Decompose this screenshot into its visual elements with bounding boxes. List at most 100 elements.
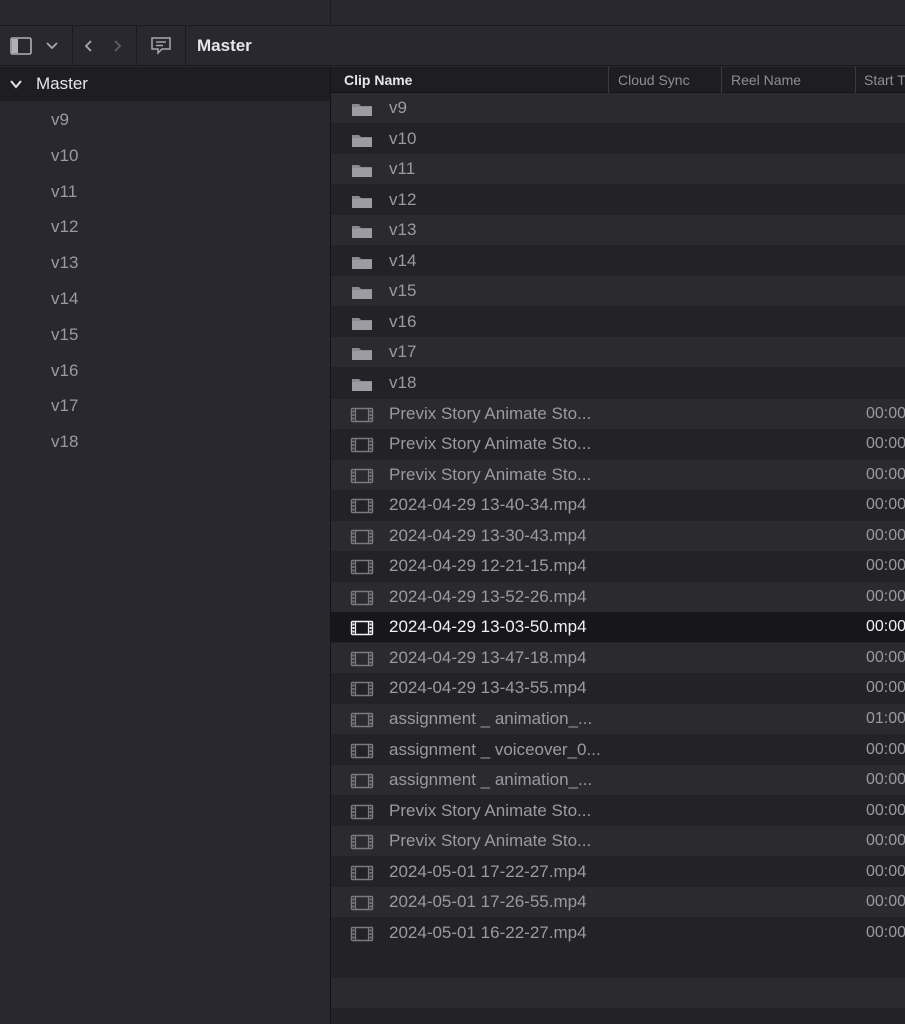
column-header-cloud-sync[interactable]: Cloud Sync [618,67,718,93]
clip-row[interactable]: 2024-04-29 13-30-43.mp4 00:00 [331,520,905,551]
film-clip-icon [350,498,374,514]
clip-name: v11 [389,159,416,179]
film-clip-icon [350,529,374,544]
clip-name: 2024-04-29 13-47-18.mp4 [389,647,587,667]
clip-row[interactable]: Previx Story Animate Sto... 00:00 [331,429,905,460]
column-separator[interactable] [855,67,856,93]
sidebar-bin-label: v10 [51,145,79,165]
folder-row[interactable]: v17 [331,337,905,368]
start-timecode: 01:00 [866,710,905,727]
folder-row[interactable]: v16 [331,306,905,337]
bin-root-label: Master [36,74,88,93]
column-separator[interactable] [721,67,722,93]
clip-name: Previx Story Animate Sto... [389,831,592,851]
folder-icon [352,317,372,330]
folder-row[interactable]: v15 [331,276,905,307]
column-header-start-tc[interactable]: Start T [864,67,905,93]
film-clip-icon [350,834,374,850]
clip-name: Previx Story Animate Sto... [389,403,592,423]
folder-row[interactable]: v11 [331,154,905,185]
clip-name: v12 [389,189,417,209]
column-separator[interactable] [608,67,609,93]
list-empty-area [331,948,905,1024]
sidebar-bin-v18[interactable]: v18 [0,425,330,459]
sidebar-bin-v13[interactable]: v13 [0,246,330,280]
start-timecode: 00:00 [866,496,905,514]
film-clip-icon [350,773,374,789]
clip-row[interactable]: 2024-04-29 13-03-50.mp4 00:00 [331,612,905,643]
clip-row[interactable]: 2024-05-01 16-22-27.mp4 00:00 [331,917,905,948]
list-header: Clip Name Cloud Sync Reel Name Start T [331,67,905,93]
folder-row[interactable]: v18 [331,367,905,398]
sidebar-bin-v11[interactable]: v11 [0,175,330,209]
clip-row[interactable]: Previx Story Animate Sto... 00:00 [331,459,905,490]
start-timecode: 00:00 [866,404,905,422]
clip-name: Previx Story Animate Sto... [389,434,592,454]
clip-name: Previx Story Animate Sto... [389,464,592,484]
sidebar-bin-v12[interactable]: v12 [0,210,330,244]
folder-icon [352,134,372,147]
clip-name: v16 [389,311,417,331]
clip-name: v10 [389,128,417,148]
clip-name: 2024-04-29 13-03-50.mp4 [389,617,587,637]
clip-name: 2024-04-29 13-43-55.mp4 [389,678,587,698]
clip-row[interactable]: assignment _ voiceover_0... 00:00 [331,734,905,765]
clip-row[interactable]: Previx Story Animate Sto... 00:00 [331,795,905,826]
clip-row[interactable]: 2024-04-29 13-47-18.mp4 00:00 [331,642,905,673]
folder-row[interactable]: v9 [331,93,905,123]
sidebar-bin-v10[interactable]: v10 [0,139,330,173]
sidebar-bin-v9[interactable]: v9 [0,103,330,137]
sidebar-bin-v16[interactable]: v16 [0,354,330,388]
column-header-reel-name[interactable]: Reel Name [731,67,851,93]
bin-sidebar: Master v9 v10 v11 v12 v13 v14 v15 v16 v17 v18 [0,67,330,1024]
toolbar-separator [185,26,186,66]
folder-row[interactable]: v12 [331,184,905,215]
empty-row [331,978,905,1008]
film-clip-icon [350,865,374,880]
folder-icon [352,195,372,208]
clip-row[interactable]: 2024-04-29 13-52-26.mp4 00:00 [331,581,905,612]
folder-row[interactable]: v10 [331,123,905,154]
clip-row[interactable]: assignment _ animation_... 00:00 [331,765,905,796]
chevron-down-icon [46,42,58,50]
sidebar-toggle-button[interactable] [6,26,36,66]
sidebar-bin-v15[interactable]: v15 [0,318,330,352]
sidebar-bin-v17[interactable]: v17 [0,389,330,423]
clip-row[interactable]: 2024-04-29 13-43-55.mp4 00:00 [331,673,905,704]
clip-row[interactable]: Previx Story Animate Sto... 00:00 [331,826,905,857]
clip-row[interactable]: 2024-05-01 17-26-55.mp4 00:00 [331,887,905,918]
film-clip-icon [350,621,374,636]
chevron-down-icon[interactable] [9,77,23,91]
forward-button[interactable] [106,26,128,66]
film-clip-icon [350,712,374,728]
clip-name: 2024-04-29 13-52-26.mp4 [389,586,587,606]
sidebar-bin-label: v12 [51,217,79,237]
sidebar-toggle-icon [10,37,32,55]
clip-name: 2024-04-29 12-21-15.mp4 [389,556,587,576]
start-timecode: 00:00 [866,862,905,880]
metadata-button[interactable] [146,26,176,66]
column-header-clip-name[interactable]: Clip Name [344,67,594,93]
clip-name: v18 [389,372,417,392]
start-timecode: 00:00 [866,526,905,544]
folder-icon [352,287,372,300]
start-timecode: 00:00 [866,679,905,697]
start-timecode: 00:00 [866,771,905,789]
clip-row[interactable]: 2024-04-29 13-40-34.mp4 00:00 [331,490,905,521]
clip-name: v14 [389,250,417,270]
clip-row[interactable]: assignment _ animation_... 01:00 [331,704,905,734]
film-clip-icon [350,926,374,942]
clip-row[interactable]: Previx Story Animate Sto... 00:00 [331,398,905,429]
folder-icon [352,104,372,116]
clip-name: v9 [389,98,407,117]
sidebar-dropdown-button[interactable] [40,26,64,66]
film-clip-icon [350,682,374,697]
bin-root-master[interactable]: Master [0,67,330,101]
clip-row[interactable]: 2024-05-01 17-22-27.mp4 00:00 [331,856,905,887]
folder-icon [352,165,372,178]
folder-row[interactable]: v14 [331,245,905,276]
folder-row[interactable]: v13 [331,215,905,246]
clip-row[interactable]: 2024-04-29 12-21-15.mp4 00:00 [331,551,905,582]
sidebar-bin-v14[interactable]: v14 [0,282,330,316]
back-button[interactable] [78,26,100,66]
